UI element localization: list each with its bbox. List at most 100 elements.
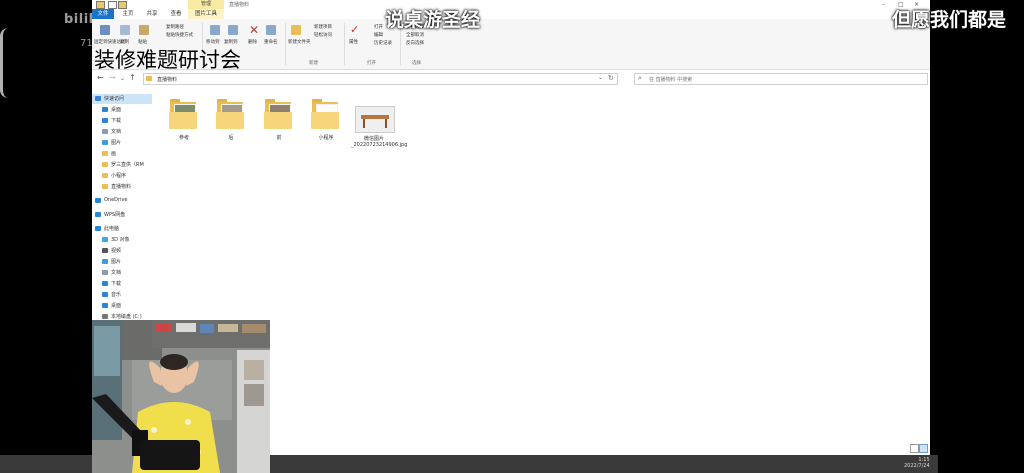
nav-item-label: 视频 [111, 248, 122, 254]
back-arrow-icon[interactable]: ← [97, 73, 104, 82]
new-item-button[interactable]: 新建项目 [314, 24, 332, 30]
nav-item-label: 罗三直供（RM [111, 162, 144, 168]
webcam-feed [92, 320, 270, 473]
cloud-icon [95, 198, 101, 203]
copy-path-button[interactable]: 复制路径 [166, 24, 184, 30]
folder-front-shape [264, 112, 292, 129]
new-folder-button-label[interactable]: 新建文件夹 [288, 39, 311, 45]
address-path: 直播物料 [157, 77, 178, 83]
nav-item-label: WPS网盘 [104, 212, 126, 218]
forward-arrow-icon[interactable]: → [109, 73, 116, 82]
address-input[interactable]: 直播物料 ⌄ ↻ [143, 73, 618, 85]
overlay-bracket-decoration [0, 28, 11, 98]
download-icon [102, 281, 108, 286]
tab-home[interactable]: 主页 [116, 9, 140, 19]
nav-item-label: 图片 [111, 140, 122, 146]
image-thumbnail [355, 106, 395, 133]
paste-shortcut-button[interactable]: 粘贴快捷方式 [166, 32, 193, 38]
group-label-select: 选择 [412, 61, 421, 66]
nav-item-label: OneDrive [104, 197, 128, 203]
computer-icon [95, 226, 101, 231]
picture-icon [102, 259, 108, 264]
contextual-tab-manage[interactable]: 管理 [188, 0, 224, 9]
nav-item-label: 直播物料 [111, 184, 132, 190]
table-thumbnail-icon [361, 115, 389, 128]
select-none-button[interactable]: 全部取消 [406, 32, 424, 38]
ribbon-divider [344, 23, 345, 65]
invert-selection-button[interactable]: 反向选择 [406, 40, 424, 46]
search-input[interactable]: ⌕ 在 直播物料 中搜索 [634, 73, 928, 85]
folder-front-shape [216, 112, 244, 129]
nav-item-label: 桌面 [111, 303, 122, 309]
folder-icon [146, 76, 152, 81]
ribbon-divider [285, 23, 286, 65]
rename-button-label[interactable]: 重命名 [264, 39, 278, 45]
navigation-pane: 快速访问 桌面 下载 文档 图片画罗三直供（RM 小程序 直播物料 OneDrive WPS网盘… [92, 92, 156, 322]
streamer-video-image [92, 320, 270, 473]
title-bar: 管理 直播物料 – □ × [92, 0, 930, 9]
folder-item[interactable]: 后 [213, 94, 249, 146]
edit-button[interactable]: 编辑 [374, 32, 383, 38]
nav-item-label: 快速访问 [104, 96, 125, 102]
nav-item-label: 下载 [111, 281, 122, 287]
star-icon [95, 96, 101, 101]
nav-item-label: 音乐 [111, 292, 122, 298]
video-icon [102, 248, 108, 253]
pin-icon[interactable] [100, 25, 110, 35]
picture-icon [102, 140, 108, 145]
chevron-down-icon[interactable]: ⌄ [120, 75, 125, 82]
image-file-item[interactable]: 微信图片_20220723214906.jpg [351, 100, 408, 158]
tray-clock[interactable]: 1:15 2022/7/24 [904, 457, 930, 469]
view-toggle-group [910, 443, 928, 453]
nav-item-label: 小程序 [111, 173, 127, 179]
nav-item[interactable]: 快速访问 [92, 94, 152, 104]
folder-label: 参考 [178, 135, 189, 141]
new-folder-icon[interactable] [118, 1, 127, 9]
rename-icon[interactable] [266, 25, 276, 35]
minimize-button[interactable]: – [882, 1, 885, 8]
folder-front-shape [311, 112, 339, 129]
paste-icon[interactable] [139, 25, 149, 35]
folder-label: 前 [276, 135, 282, 141]
nav-item-label: 下载 [111, 118, 122, 124]
nav-item-label: 桌面 [111, 107, 122, 113]
folder-label: 小程序 [318, 135, 334, 141]
properties-button-label[interactable]: 属性 [349, 39, 358, 45]
danmaku-comment: 但愿我们都是 [892, 9, 1007, 31]
image-file-label: 微信图片_20220723214906.jpg [351, 136, 408, 148]
cloud-icon [95, 212, 101, 217]
desktop-icon [102, 303, 108, 308]
nav-item-label: 文档 [111, 270, 122, 276]
delete-icon[interactable]: ✕ [249, 23, 259, 37]
history-button[interactable]: 历史记录 [374, 40, 392, 46]
nav-item-label: 本地磁盘 (C:) [111, 314, 142, 320]
tray-date: 2022/7/24 [904, 463, 930, 469]
document-icon [102, 129, 108, 134]
cube-icon [102, 237, 108, 242]
properties-check-icon[interactable]: ✓ [350, 23, 359, 36]
new-folder-icon[interactable] [291, 25, 301, 35]
details-view-icon[interactable] [910, 444, 919, 453]
tab-picture-tools[interactable]: 图片工具 [188, 9, 224, 19]
tab-view[interactable]: 查看 [164, 9, 188, 19]
move-to-icon[interactable] [210, 25, 220, 35]
nav-item-label: 此电脑 [104, 226, 120, 232]
folder-item[interactable]: 小程序 [308, 94, 344, 146]
tab-share[interactable]: 共享 [140, 9, 164, 19]
delete-button-label[interactable]: 删除 [248, 39, 257, 45]
folder-item[interactable]: 参考 [166, 94, 202, 146]
easy-access-button[interactable]: 轻松访问 [314, 32, 332, 38]
large-icons-view-icon[interactable] [919, 444, 928, 453]
open-button[interactable]: 打开 [374, 24, 383, 30]
copy-icon[interactable] [120, 25, 130, 35]
tab-file[interactable]: 文件 [92, 9, 114, 19]
chevron-down-icon[interactable]: ⌄ [598, 74, 603, 81]
up-arrow-icon[interactable]: ↑ [129, 73, 136, 82]
search-placeholder: 在 直播物料 中搜索 [649, 77, 693, 83]
copy-to-icon[interactable] [228, 25, 238, 35]
folder-item[interactable]: 前 [261, 94, 297, 146]
download-icon [102, 118, 108, 123]
file-list-pane: 参考 后 前 小程序 微信图片_20220723214906.jpg [156, 88, 930, 455]
refresh-icon[interactable]: ↻ [608, 74, 614, 82]
properties-icon[interactable] [108, 1, 117, 9]
